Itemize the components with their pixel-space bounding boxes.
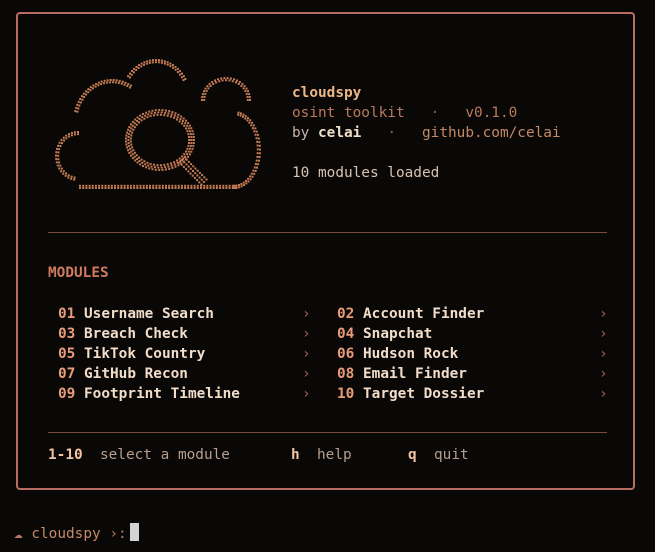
github-link[interactable]: github.com/celai <box>422 125 561 141</box>
module-breach-check[interactable]: 03 Breach Check › <box>58 324 313 344</box>
module-target-dossier[interactable]: 10 Target Dossier › <box>337 384 609 404</box>
cloud-magnifier-icon <box>55 59 261 189</box>
text-cursor <box>129 523 139 541</box>
chevron-right-icon: › <box>302 366 311 382</box>
chevron-right-icon: › <box>302 386 311 402</box>
module-username-search[interactable]: 01 Username Search › <box>58 304 313 324</box>
module-hudson-rock[interactable]: 06 Hudson Rock › <box>337 344 609 364</box>
module-snapchat[interactable]: 04 Snapchat › <box>337 324 609 344</box>
version-label: v0.1.0 <box>465 105 518 121</box>
module-email-finder[interactable]: 08 Email Finder › <box>337 364 609 384</box>
hint-quit: q quit <box>408 447 469 463</box>
chevron-right-icon: › <box>599 306 608 322</box>
module-account-finder[interactable]: 02 Account Finder › <box>337 304 609 324</box>
cloud-icon: ☁ <box>14 526 23 542</box>
hint-select-module: 1-10 select a module <box>48 447 230 463</box>
chevron-right-icon: › <box>599 346 608 362</box>
chevron-right-icon: › <box>302 346 311 362</box>
module-footprint-timeline[interactable]: 09 Footprint Timeline › <box>58 384 313 404</box>
chevron-right-icon: › <box>599 366 608 382</box>
hint-help: h help <box>291 447 352 463</box>
divider <box>48 432 607 433</box>
section-title: MODULES <box>48 265 109 281</box>
command-prompt[interactable]: ☁ cloudspy ›: <box>14 523 139 544</box>
module-tiktok-country[interactable]: 05 TikTok Country › <box>58 344 313 364</box>
app-subtitle: osint toolkit · v0.1.0 <box>292 105 518 121</box>
author-name: celai <box>318 125 362 141</box>
module-github-recon[interactable]: 07 GitHub Recon › <box>58 364 313 384</box>
app-title: cloudspy <box>292 85 362 101</box>
chevron-right-icon: › <box>302 326 311 342</box>
divider <box>48 232 607 233</box>
chevron-right-icon: › <box>599 386 608 402</box>
author-line: by celai · github.com/celai <box>292 125 561 141</box>
chevron-right-icon: › <box>599 326 608 342</box>
chevron-right-icon: › <box>302 306 311 322</box>
modules-loaded-status: 10 modules loaded <box>292 165 440 181</box>
